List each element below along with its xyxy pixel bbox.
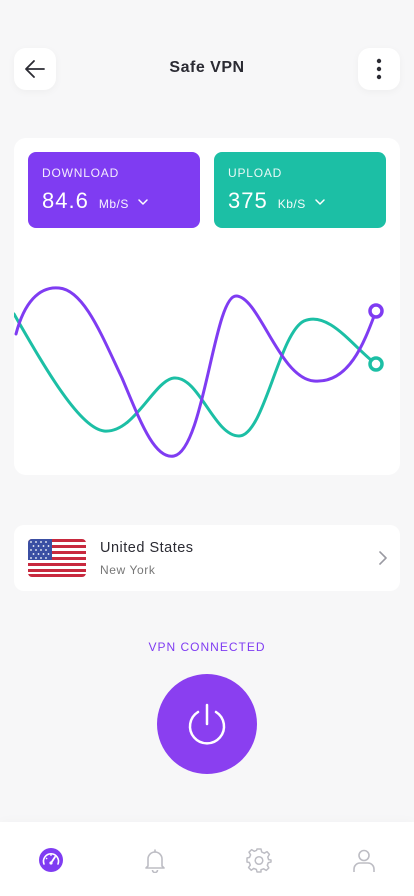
page-title: Safe VPN xyxy=(169,59,245,76)
tab-dashboard[interactable] xyxy=(37,846,65,874)
download-series-endpoint xyxy=(368,303,384,319)
bell-icon xyxy=(145,849,165,873)
upload-stat[interactable]: UPLOAD 375 Kb/S xyxy=(214,152,386,228)
connection-status: VPN CONNECTED xyxy=(148,640,266,654)
server-location-card[interactable]: United States New York xyxy=(14,525,400,591)
upload-series-endpoint xyxy=(368,356,384,372)
speed-chart xyxy=(14,286,384,458)
upload-series-line xyxy=(14,312,378,438)
bottom-tab-bar xyxy=(0,822,414,896)
power-button[interactable] xyxy=(157,674,257,774)
gear-icon xyxy=(246,848,272,873)
speed-stats-card: DOWNLOAD 84.6 Mb/S UPLOAD 375 Kb/S xyxy=(14,138,400,475)
download-label: DOWNLOAD xyxy=(42,166,120,180)
chevron-down-icon[interactable] xyxy=(314,193,326,211)
download-series-line xyxy=(14,286,378,458)
download-stat[interactable]: DOWNLOAD 84.6 Mb/S xyxy=(28,152,200,228)
speedometer-icon xyxy=(39,848,63,872)
chevron-right-icon xyxy=(378,550,388,571)
upload-value: 375 xyxy=(228,188,268,213)
download-unit: Mb/S xyxy=(98,197,129,211)
user-icon xyxy=(353,849,375,872)
more-options-button[interactable] xyxy=(358,48,400,90)
more-vertical-icon xyxy=(376,58,382,80)
tab-profile[interactable] xyxy=(350,846,378,874)
location-city: New York xyxy=(100,563,156,577)
upload-unit: Kb/S xyxy=(277,197,306,211)
power-icon xyxy=(188,703,226,745)
tab-notifications[interactable] xyxy=(141,846,169,874)
location-country: United States xyxy=(100,540,194,556)
us-flag-icon xyxy=(28,539,86,577)
download-value: 84.6 xyxy=(42,188,89,213)
tab-settings[interactable] xyxy=(245,846,273,874)
upload-label: UPLOAD xyxy=(228,166,283,180)
chevron-down-icon[interactable] xyxy=(137,193,149,211)
